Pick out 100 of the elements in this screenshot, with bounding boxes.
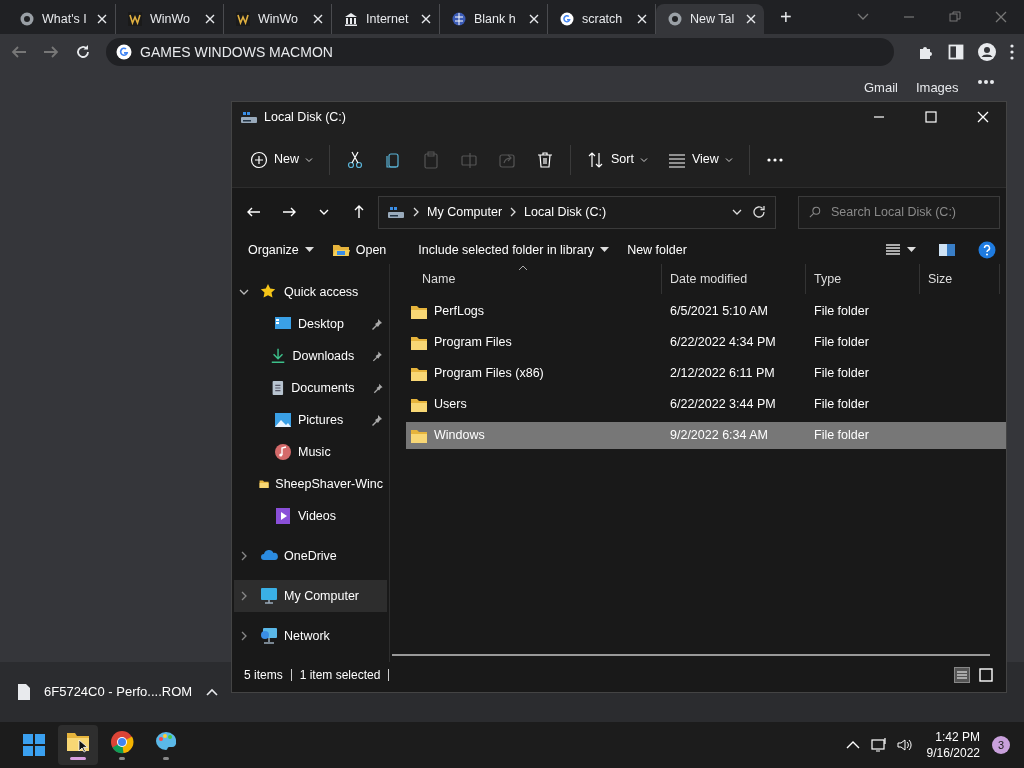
more-icon [765, 157, 784, 162]
navigation-item[interactable]: Quick access [234, 276, 387, 308]
column-header[interactable]: Name [406, 264, 662, 294]
volume-icon[interactable] [896, 737, 913, 753]
file-row[interactable]: Program Files 6/22/2022 4:34 PM File folder [406, 329, 1006, 356]
profile-icon[interactable] [978, 43, 996, 61]
details-view-icon[interactable] [954, 666, 970, 683]
download-file-name[interactable]: 6F5724C0 - Perfo....ROM [44, 682, 193, 702]
chevron-right-icon [510, 207, 517, 217]
navigation-item[interactable]: Documents [234, 372, 387, 404]
navigation-item[interactable]: SheepShaver-Winc [234, 468, 387, 500]
folder-icon [410, 303, 428, 320]
chevron-right-icon [413, 207, 420, 217]
column-header[interactable]: Type [806, 264, 920, 294]
video-icon [274, 507, 292, 525]
column-header[interactable]: Size [920, 264, 1000, 294]
trash-icon [536, 150, 554, 169]
command-button[interactable]: Sort [579, 141, 656, 178]
navigation-item[interactable]: Videos [234, 500, 387, 532]
command-button[interactable]: New [242, 141, 321, 178]
download-icon [270, 347, 287, 365]
chevron-right-icon[interactable] [239, 551, 249, 561]
help-icon[interactable] [978, 241, 996, 259]
menu-button[interactable]: Open [325, 238, 393, 262]
chevron-down-icon[interactable] [239, 287, 249, 297]
file-row[interactable]: Users 6/22/2022 3:44 PM File folder [406, 391, 1006, 418]
preview-pane-icon[interactable] [938, 243, 956, 257]
navigation-item[interactable]: Music [234, 436, 387, 468]
w-logo-icon [128, 12, 142, 26]
file-name: Program Files [434, 334, 512, 352]
window-title: Local Disk (C:) [264, 108, 346, 126]
date-cell-text: 9/2/2022 6:34 AM [669, 427, 769, 445]
notification-badge[interactable]: 3 [992, 736, 1010, 754]
menu-icon[interactable] [1010, 44, 1014, 60]
file-name: PerfLogs [434, 303, 485, 321]
navigation-item[interactable]: Desktop [234, 308, 387, 340]
folder-open-icon [331, 243, 350, 257]
navigation-item[interactable]: Pictures [234, 404, 387, 436]
refresh-icon[interactable] [751, 204, 767, 220]
page-link[interactable]: Images [915, 78, 959, 98]
navigation-item[interactable]: My Computer [234, 580, 387, 612]
chevron-right-icon[interactable] [239, 591, 249, 601]
clipboard-icon [422, 150, 440, 169]
address-bar[interactable]: GAMES WINDOWS MACMON [106, 38, 894, 66]
taskbar-app[interactable] [58, 725, 98, 765]
globe-icon [452, 12, 466, 26]
navigation-item[interactable]: Downloads [234, 340, 387, 372]
navigation-item[interactable]: Network [234, 620, 387, 652]
menu-button[interactable]: New folder [621, 238, 693, 262]
menu-button[interactable]: Organize [242, 238, 320, 262]
restore-icon[interactable] [948, 10, 962, 24]
caret-icon[interactable] [907, 247, 916, 253]
navigation-item[interactable]: OneDrive [234, 540, 387, 572]
file-row[interactable]: PerfLogs 6/5/2021 5:10 AM File folder [406, 298, 1006, 325]
folder-icon [410, 365, 428, 382]
new-tab-button[interactable]: + [780, 2, 792, 32]
reload-icon[interactable] [74, 43, 92, 61]
file-name: Program Files (x86) [434, 365, 544, 383]
menu-button[interactable]: Include selected folder in library [412, 238, 616, 262]
address-field[interactable]: My Computer Local Disk (C:) [378, 195, 776, 229]
cut-icon [346, 150, 364, 169]
clock-date[interactable]: 9/16/2022 [926, 745, 980, 762]
search-icon [809, 205, 821, 219]
chevron-up-icon[interactable] [206, 688, 219, 696]
chevron-down-icon [639, 155, 648, 164]
status-text: 5 items [244, 666, 283, 684]
chrome-icon [110, 730, 134, 754]
breadcrumb-item[interactable]: My Computer [427, 202, 503, 222]
side-panel-icon[interactable] [948, 44, 964, 60]
type-cell-text: File folder [813, 303, 870, 321]
type-cell-text: File folder [813, 396, 870, 414]
search-field[interactable]: Search Local Disk (C:) [829, 201, 989, 223]
puzzle-icon[interactable] [918, 44, 934, 60]
command-button[interactable]: View [659, 141, 741, 178]
clock-time[interactable]: 1:42 PM [926, 728, 980, 745]
search-box[interactable]: Search Local Disk (C:) [798, 195, 1000, 229]
maximize-icon[interactable] [924, 110, 938, 124]
date-cell-text: 6/5/2021 5:10 AM [669, 303, 769, 321]
browser-tab[interactable]: New Tal [656, 4, 764, 34]
chevron-down-icon [305, 155, 313, 164]
computer-icon [260, 587, 278, 605]
chevron-right-icon[interactable] [239, 631, 249, 641]
breadcrumb-item[interactable]: Local Disk (C:) [524, 202, 607, 222]
drive-icon [387, 205, 406, 219]
google-icon [560, 12, 574, 26]
network-icon[interactable] [870, 737, 887, 753]
file-icon [18, 684, 30, 700]
page-link[interactable]: Gmail [864, 78, 898, 98]
drive-icon [240, 110, 258, 124]
file-row[interactable]: Windows 9/2/2022 6:34 AM File folder [406, 422, 1006, 449]
windows-logo-icon [22, 733, 46, 757]
file-row[interactable]: Program Files (x86) 2/12/2022 6:11 PM File folder [406, 360, 1006, 387]
type-cell-text: File folder [813, 427, 870, 445]
horizontal-scrollbar[interactable] [392, 654, 990, 656]
tiles-view-icon[interactable] [978, 666, 994, 683]
details-view-icon[interactable] [885, 243, 901, 257]
column-header[interactable]: Date modified [662, 264, 806, 294]
rename-icon [460, 150, 478, 169]
picture-icon [274, 411, 292, 429]
date-cell-text: 6/22/2022 4:34 PM [669, 334, 777, 352]
